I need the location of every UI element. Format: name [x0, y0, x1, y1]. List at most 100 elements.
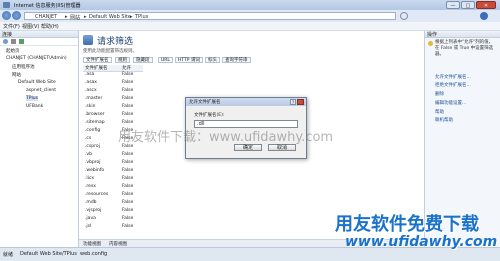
table-row[interactable]: .java False [83, 216, 143, 223]
cell-allowed: False [122, 224, 134, 229]
menu-file[interactable]: 文件(F) [3, 23, 20, 30]
dialog-close-button[interactable] [297, 99, 304, 105]
table-row[interactable]: .ascx False [83, 88, 143, 95]
cell-allowed: False [122, 104, 134, 109]
dialog-help-button[interactable]: ? [290, 99, 296, 105]
table-row[interactable]: .browser False [83, 112, 143, 119]
globe-icon[interactable] [3, 39, 8, 44]
table-row[interactable]: .skin False [83, 104, 143, 111]
table-row[interactable]: .master False [83, 96, 143, 103]
cell-extension: .config [85, 128, 101, 133]
tab-headers[interactable]: 标头 [205, 57, 220, 63]
connect-icon[interactable] [19, 39, 24, 44]
breadcrumb-item[interactable]: 网站 [70, 14, 80, 21]
info-icon [428, 41, 433, 46]
tab-query-strings[interactable]: 查询字符串 [222, 57, 251, 63]
table-row[interactable]: .webinfo False [83, 168, 143, 175]
save-icon[interactable] [11, 39, 16, 44]
cell-allowed: False [122, 88, 134, 93]
cell-extension: .licx [85, 176, 95, 181]
minimize-button[interactable]: — [446, 1, 460, 9]
forward-button[interactable] [12, 11, 21, 20]
action-online-help[interactable]: 联机帮助 [435, 117, 453, 123]
cell-allowed: False [122, 192, 134, 197]
filter-icon [83, 35, 93, 45]
action-delete[interactable]: 删除 [435, 91, 444, 97]
dialog-title: 允许文件扩展名 [189, 100, 221, 105]
column-header-extension[interactable]: 文件扩展名 [85, 65, 108, 71]
breadcrumb-item[interactable]: Default Web Site [89, 14, 131, 20]
list-header: 文件扩展名 允许 [83, 65, 143, 72]
status-file: web.config [80, 251, 108, 257]
cell-allowed: False [122, 72, 134, 77]
tab-url[interactable]: URL [158, 57, 173, 63]
table-row[interactable]: .resources False [83, 192, 143, 199]
connections-panel: 连接 起始页 CHANJET (CHANJET\Admin) 应用程序池 网站 … [0, 31, 79, 247]
actions-header: 操作 [425, 31, 500, 38]
table-row[interactable]: .jsl False [83, 224, 143, 231]
table-row[interactable]: .vjsproj False [83, 208, 143, 215]
breadcrumb[interactable]: CHANJET ▸ 网站 ▸ Default Web Site ▸ TPlus [24, 12, 396, 21]
cell-extension: .resources [85, 192, 109, 197]
tree-item-default-web-site[interactable]: Default Web Site [18, 80, 56, 85]
cell-extension: .mdb [85, 200, 97, 205]
cell-allowed: False [122, 120, 134, 125]
table-row[interactable]: .asa False [83, 72, 143, 79]
action-deny-extension[interactable]: 拒绝文件扩展名... [435, 82, 471, 88]
cell-extension: .master [85, 96, 103, 101]
cell-allowed: False [122, 160, 134, 165]
help-icon[interactable] [480, 12, 488, 20]
cell-extension: .sitemap [85, 120, 105, 125]
cell-allowed: False [122, 184, 134, 189]
breadcrumb-item[interactable]: CHANJET [35, 14, 57, 20]
watermark-url: www.ufidawhy.com [345, 234, 498, 250]
action-allow-extension[interactable]: 允许文件扩展名... [435, 74, 471, 80]
cancel-button[interactable]: 取消 [268, 144, 296, 151]
back-button[interactable] [2, 11, 11, 20]
menu-help[interactable]: 帮助(H) [41, 23, 59, 30]
maximize-button[interactable]: □ [461, 1, 475, 9]
table-row[interactable]: .vbproj False [83, 160, 143, 167]
tree-item-tplus[interactable]: TPlus [26, 96, 38, 101]
tree-item-server[interactable]: CHANJET (CHANJET\Admin) [6, 56, 67, 61]
tab-hidden-segments[interactable]: 隐藏段 [133, 57, 153, 63]
tree-item-start-page[interactable]: 起始页 [6, 48, 20, 54]
status-text: 就绪 [3, 252, 14, 258]
table-row[interactable]: .csproj False [83, 144, 143, 151]
action-edit-settings[interactable]: 编辑功能设置... [435, 100, 466, 106]
ok-button[interactable]: 确定 [234, 144, 262, 151]
table-row[interactable]: .vb False [83, 152, 143, 159]
connections-toolbar [0, 38, 78, 46]
window-title: Internet 信息服务(IIS)管理器 [14, 3, 81, 9]
table-row[interactable]: .licx False [83, 176, 143, 183]
watermark-brand: 用友软件免费下载 [335, 214, 479, 235]
cell-allowed: False [122, 112, 134, 117]
cell-extension: .skin [85, 104, 96, 109]
cell-extension: .resx [85, 184, 96, 189]
dialog-titlebar: 允许文件扩展名 ? [186, 98, 306, 106]
tree-item-aspnet-client[interactable]: aspnet_client [26, 88, 56, 93]
cell-allowed: False [122, 152, 134, 157]
tab-rules[interactable]: 规则 [115, 57, 130, 63]
menu-bar: 文件(F) 视图(V) 帮助(H) [0, 22, 500, 31]
refresh-icon[interactable] [400, 12, 408, 20]
cell-allowed: False [122, 96, 134, 101]
tree-item-app-pools[interactable]: 应用程序池 [12, 64, 35, 70]
breadcrumb-separator: ▸ [84, 14, 87, 20]
cell-extension: .jsl [85, 224, 92, 229]
breadcrumb-item[interactable]: TPlus [135, 14, 148, 20]
menu-view[interactable]: 视图(V) [22, 23, 39, 30]
table-row[interactable]: .resx False [83, 184, 143, 191]
table-row[interactable]: .mdb False [83, 200, 143, 207]
close-button[interactable]: ✕ [476, 1, 496, 9]
table-row[interactable]: .asax False [83, 80, 143, 87]
tree-item-ufbank[interactable]: UFBank [26, 104, 43, 109]
breadcrumb-separator: ▸ [65, 14, 68, 20]
tab-http-verbs[interactable]: HTTP 谓词 [175, 57, 203, 63]
tab-file-extensions[interactable]: 文件扩展名 [83, 57, 112, 63]
column-header-allowed[interactable]: 允许 [122, 65, 131, 71]
breadcrumb-separator: ▸ [130, 14, 133, 20]
action-help[interactable]: 帮助 [435, 109, 444, 115]
tree-item-sites[interactable]: 网站 [12, 72, 21, 78]
cell-allowed: False [122, 176, 134, 181]
